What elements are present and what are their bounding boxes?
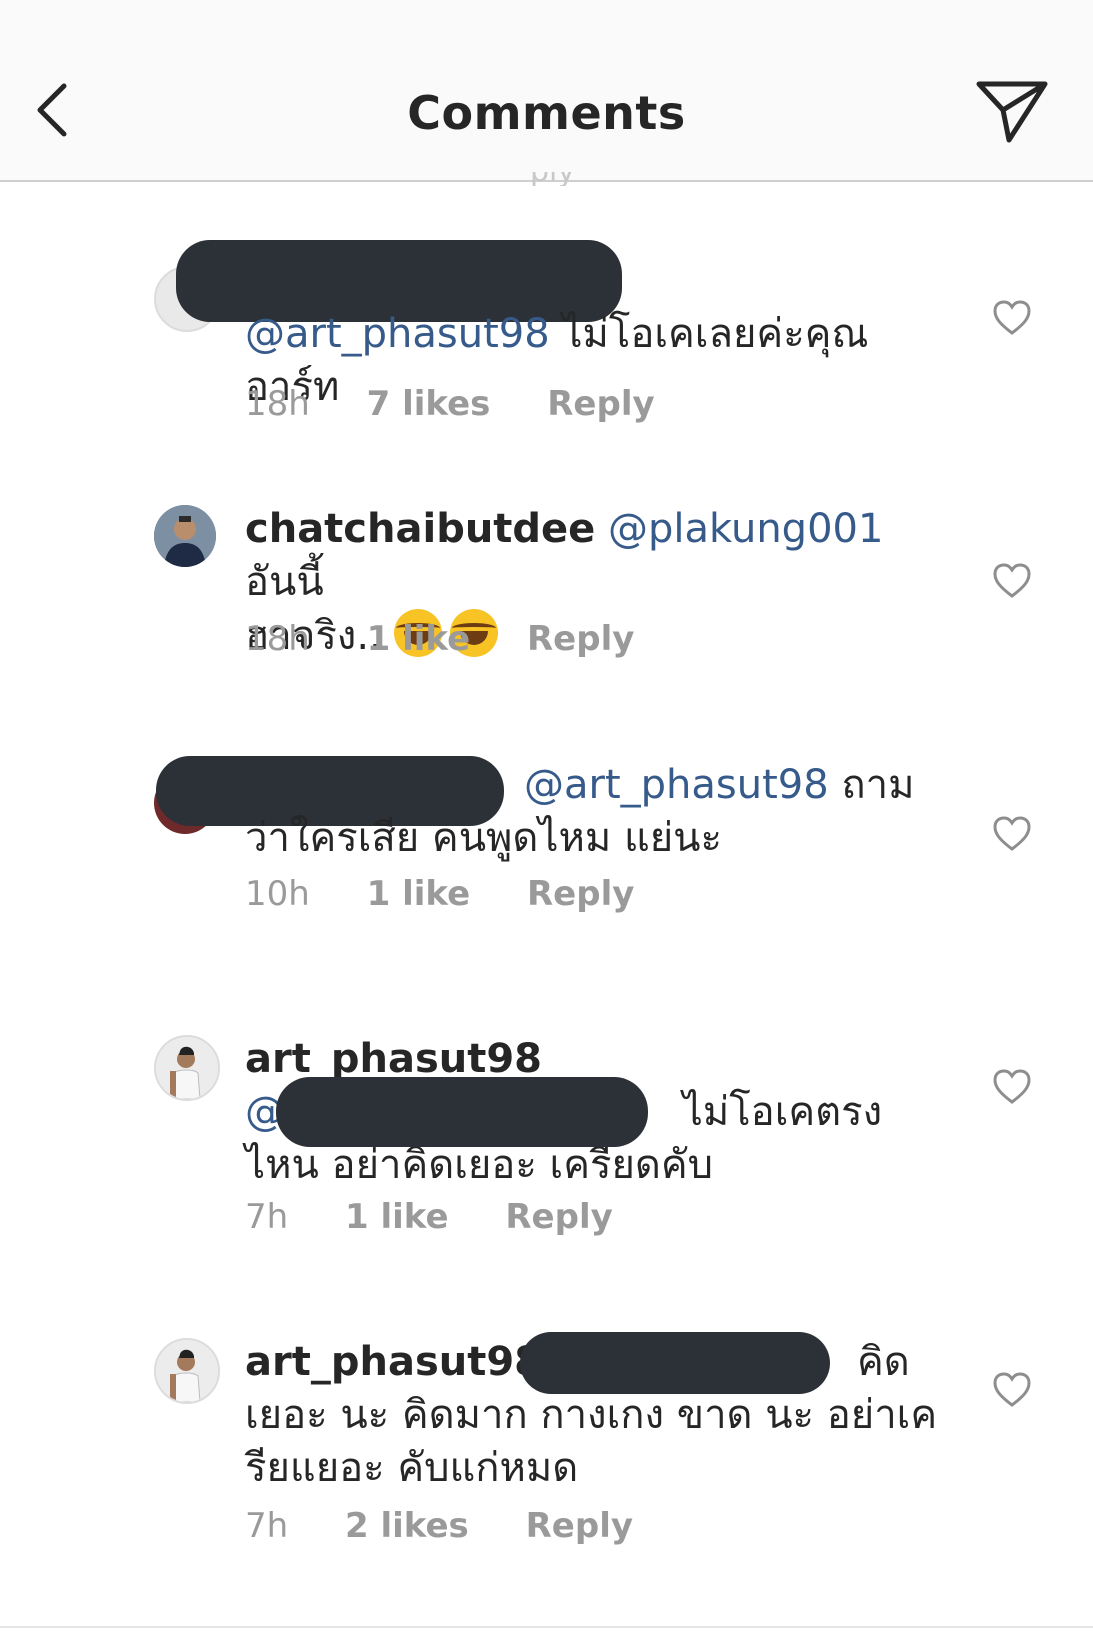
heart-icon[interactable] — [993, 816, 1031, 852]
likes-count[interactable]: 1 like — [367, 619, 471, 659]
likes-count[interactable]: 7 likes — [367, 384, 491, 424]
reply-button[interactable]: Reply — [527, 874, 634, 914]
comment-meta: 7h 2 likes Reply — [245, 1506, 679, 1546]
page-title: Comments — [407, 86, 686, 140]
heart-icon[interactable] — [993, 563, 1031, 599]
share-button[interactable] — [975, 80, 1051, 146]
mention-link[interactable]: @plakung001 — [608, 506, 883, 552]
comment-text-line: ว่าใครเสีย คนพูดไหม แย่นะ — [245, 815, 722, 861]
bottom-divider — [0, 1626, 1093, 1628]
direct-send-icon — [976, 81, 1048, 143]
comment-meta: 7h 1 like Reply — [245, 1197, 659, 1237]
comment-meta: 18h 1 like Reply — [245, 619, 680, 659]
likes-count[interactable]: 1 like — [367, 874, 471, 914]
comment-username[interactable]: art_phasut98 — [245, 1339, 542, 1385]
likes-count[interactable]: 1 like — [345, 1197, 449, 1237]
likes-count[interactable]: 2 likes — [345, 1506, 469, 1546]
comments-header: Comments — [0, 0, 1093, 182]
reply-button[interactable]: Reply — [547, 384, 654, 424]
comment-time: 7h — [245, 1506, 289, 1546]
redacted-mention — [276, 1077, 648, 1147]
heart-icon[interactable] — [993, 1372, 1031, 1408]
reply-button[interactable]: Reply — [505, 1197, 612, 1237]
mention-link[interactable]: @art_phasut98 — [245, 311, 550, 357]
mention-link[interactable]: @art_phasut98 — [524, 762, 829, 808]
comment-username[interactable]: chatchaibutdee — [245, 506, 595, 552]
comment-time: 18h — [245, 619, 310, 659]
avatar[interactable] — [154, 1035, 220, 1101]
avatar-photo — [156, 1340, 218, 1402]
comment-time: 18h — [245, 384, 310, 424]
avatar-photo — [154, 505, 216, 567]
comment-meta: 18h 7 likes Reply — [245, 384, 701, 424]
redacted-mention — [520, 1332, 830, 1394]
comment-time: 7h — [245, 1197, 289, 1237]
scrolled-text-fragment: ply — [530, 172, 600, 186]
comment-username[interactable]: art_phasut98 — [245, 1036, 542, 1082]
avatar[interactable] — [154, 1338, 220, 1404]
heart-icon[interactable] — [993, 1069, 1031, 1105]
comment-text: @art_phasut98 ถาม — [524, 762, 915, 808]
avatar-photo — [156, 1037, 218, 1099]
comment-time: 10h — [245, 874, 310, 914]
comment-meta: 10h 1 like Reply — [245, 874, 680, 914]
reply-button[interactable]: Reply — [526, 1506, 633, 1546]
heart-icon[interactable] — [993, 300, 1031, 336]
avatar[interactable] — [154, 505, 216, 567]
reply-button[interactable]: Reply — [527, 619, 634, 659]
